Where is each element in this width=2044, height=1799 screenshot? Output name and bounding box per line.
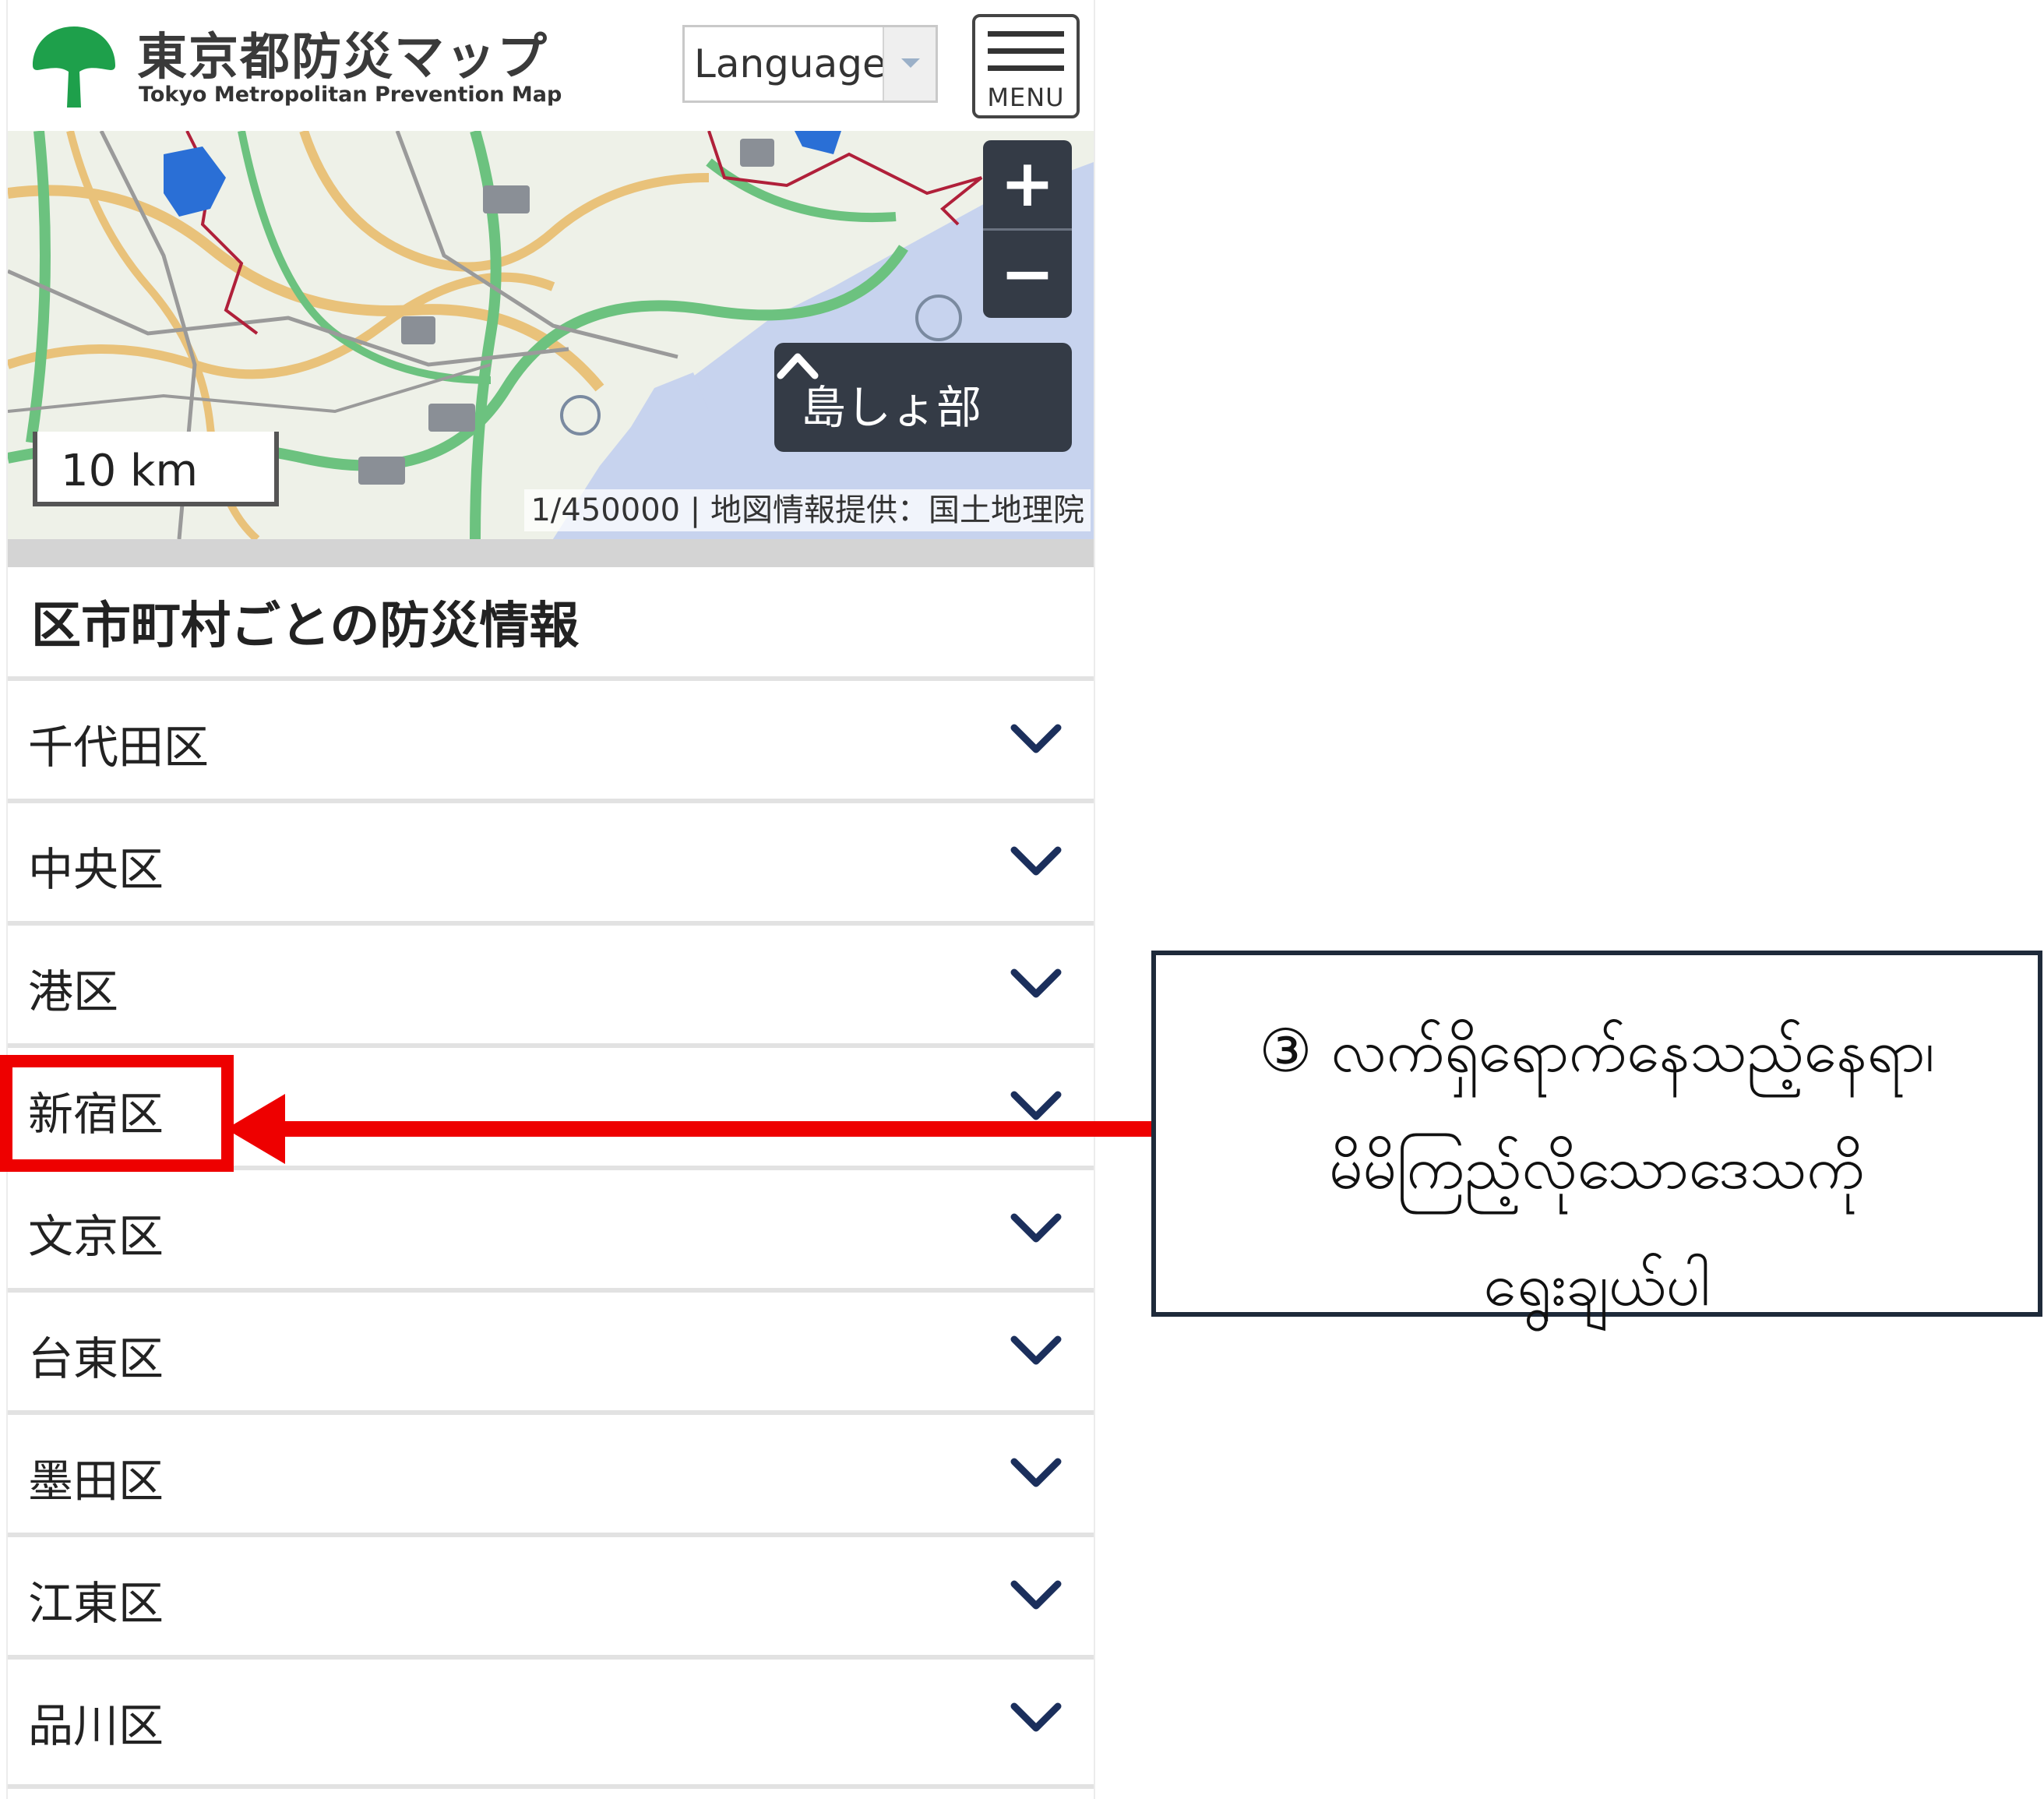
chevron-up-icon <box>777 353 819 379</box>
ward-label: 品川区 <box>28 1699 164 1752</box>
island-button-label: 島しょ部 <box>801 381 982 434</box>
map-view[interactable]: + − 島しょ部 10 km 1/450000 | 地図情報提供：国土地理院 <box>8 131 1094 539</box>
menu-label: MENU <box>987 83 1065 112</box>
instruction-text: ③ လက်ရှိရောက်နေသည့်နေရာ၊ မိမိကြည့်လိုသော… <box>1156 993 2038 1343</box>
list-end-divider <box>8 1784 1094 1789</box>
map-divider <box>8 539 1094 567</box>
ward-label: 江東区 <box>28 1577 164 1630</box>
language-select[interactable]: Language <box>682 25 938 103</box>
instruction-line-1: ③ လက်ရှိရောက်နေသည့်နေရာ၊ <box>1259 1016 1935 1085</box>
app-header: 東京都防災マップ Tokyo Metropolitan Prevention M… <box>8 0 1094 131</box>
hamburger-icon <box>988 31 1064 37</box>
ginkgo-logo-icon <box>33 26 115 108</box>
chevron-down-icon <box>1010 1335 1062 1365</box>
chevron-down-icon <box>1010 1458 1062 1487</box>
app-title: 東京都防災マップ <box>137 29 548 86</box>
map-scale-bar: 10 km <box>33 432 279 506</box>
ward-row[interactable]: 品川区 <box>8 1655 1094 1769</box>
ward-row[interactable]: 江東区 <box>8 1533 1094 1646</box>
hamburger-line <box>988 65 1064 71</box>
ward-row[interactable]: 墨田区 <box>8 1410 1094 1524</box>
ward-row[interactable]: 台東区 <box>8 1288 1094 1402</box>
section-title: 区市町村ごとの防災情報 <box>31 598 580 655</box>
zoom-out-button[interactable]: − <box>983 231 1072 319</box>
instruction-line-3: ရွေးချယ်ပါ <box>1483 1250 1711 1319</box>
chevron-down-icon <box>1010 846 1062 876</box>
instruction-callout: ③ လက်ရှိရောက်နေသည့်နေရာ၊ မိမိကြည့်လိုသော… <box>1151 951 2042 1319</box>
language-label: Language <box>694 41 886 86</box>
phone-screen: 東京都防災マップ Tokyo Metropolitan Prevention M… <box>6 0 1095 1799</box>
chevron-down-icon <box>1010 968 1062 998</box>
ward-row[interactable]: 千代田区 <box>8 676 1094 790</box>
ward-label: 港区 <box>28 965 119 1018</box>
selection-highlight-box <box>0 1055 234 1172</box>
app-subtitle: Tokyo Metropolitan Prevention Map <box>139 83 562 107</box>
ward-label: 墨田区 <box>28 1455 164 1508</box>
scale-label: 10 km <box>61 446 199 496</box>
ward-row[interactable]: 港区 <box>8 921 1094 1035</box>
zoom-control: + − <box>983 140 1072 318</box>
ward-label: 中央区 <box>28 843 164 896</box>
island-toggle-button[interactable]: 島しょ部 <box>774 343 1072 452</box>
pointer-arrow-icon <box>226 1094 1161 1164</box>
instruction-line-2: မိမိကြည့်လိုသောဒေသကို <box>1329 1133 1865 1202</box>
ward-row[interactable]: 中央区 <box>8 799 1094 912</box>
map-attribution: 1/450000 | 地図情報提供：国土地理院 <box>524 489 1091 531</box>
dropdown-arrow-icon <box>883 27 936 101</box>
ward-label: 文京区 <box>28 1210 164 1263</box>
menu-button[interactable]: MENU <box>972 14 1080 118</box>
chevron-down-icon <box>1010 1213 1062 1243</box>
zoom-in-button[interactable]: + <box>983 140 1072 228</box>
chevron-down-icon <box>1010 1702 1062 1732</box>
chevron-down-icon <box>1010 1580 1062 1610</box>
ward-label: 千代田区 <box>28 721 210 774</box>
hamburger-line <box>988 48 1064 54</box>
ward-row[interactable]: 文京区 <box>8 1166 1094 1279</box>
chevron-down-icon <box>1010 724 1062 753</box>
ward-label: 台東区 <box>28 1332 164 1385</box>
